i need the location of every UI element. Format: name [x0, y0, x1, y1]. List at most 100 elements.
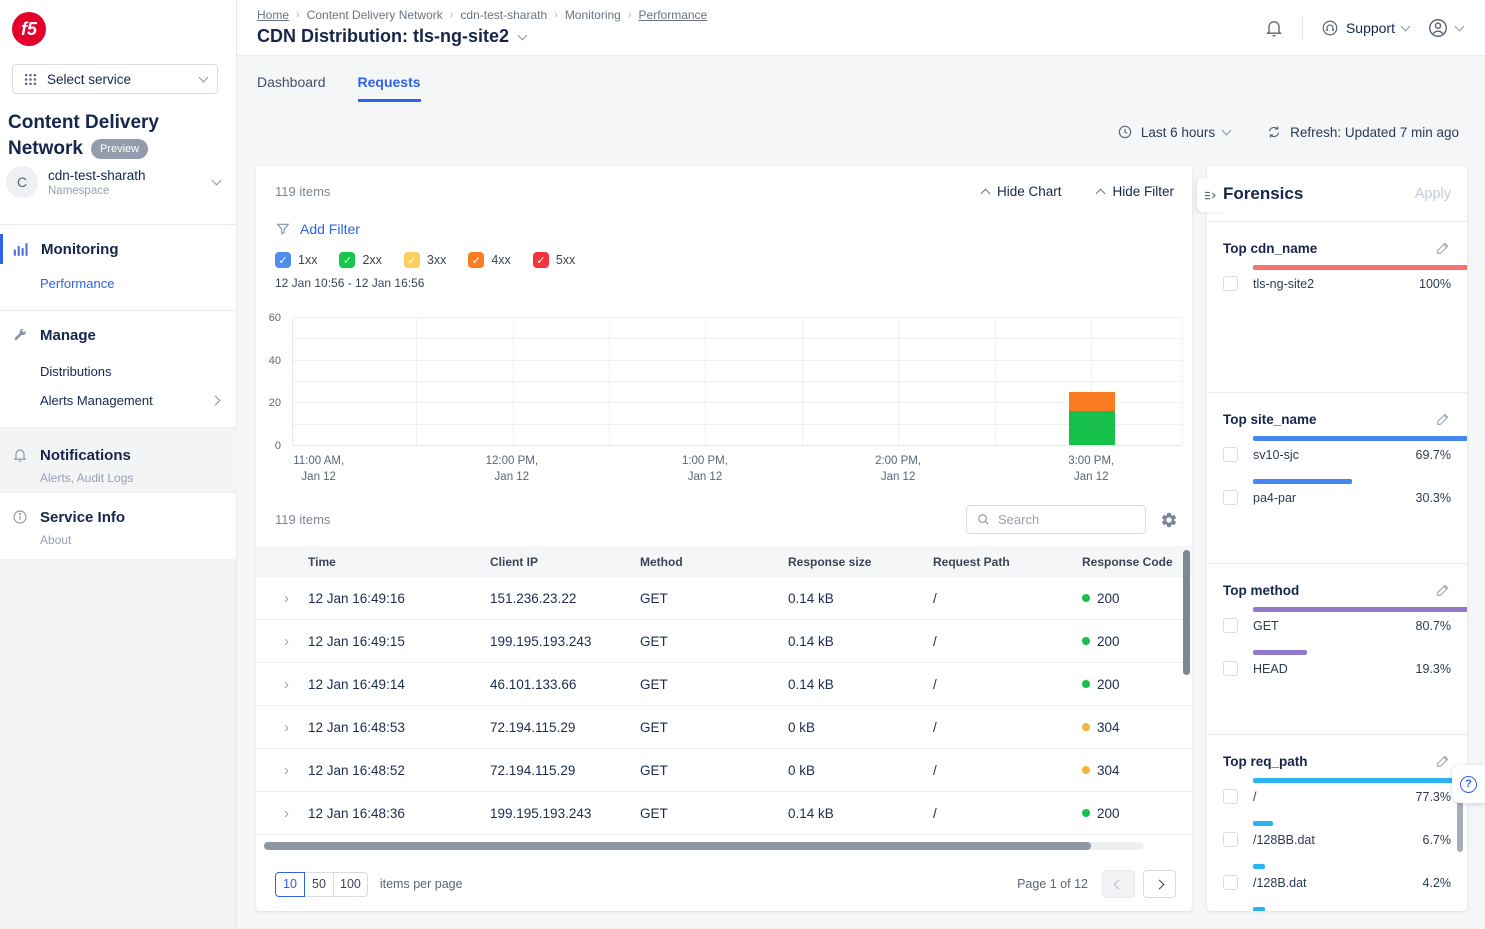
- status-filter-4xx[interactable]: ✓4xx: [468, 252, 510, 268]
- hide-chart-button[interactable]: Hide Chart: [982, 184, 1062, 199]
- status-filter-5xx[interactable]: ✓5xx: [533, 252, 575, 268]
- refresh-button[interactable]: Refresh: Updated 7 min ago: [1266, 124, 1459, 140]
- table-row[interactable]: ›12 Jan 16:49:1446.101.133.66GET0.14 kB/…: [256, 663, 1192, 706]
- breadcrumb-item[interactable]: Home: [257, 8, 289, 22]
- hide-filter-button[interactable]: Hide Filter: [1097, 184, 1174, 199]
- search-icon: [976, 512, 991, 527]
- forensics-item-checkbox[interactable]: [1223, 618, 1238, 633]
- status-filter-2xx[interactable]: ✓2xx: [339, 252, 381, 268]
- breadcrumb-item[interactable]: Performance: [639, 8, 708, 22]
- breadcrumb-item[interactable]: Monitoring: [565, 8, 621, 22]
- tab-dashboard[interactable]: Dashboard: [257, 74, 326, 102]
- sidebar-footer-area: [0, 559, 236, 929]
- scrollbar-thumb[interactable]: [264, 842, 1091, 850]
- forensics-item-checkbox[interactable]: [1223, 276, 1238, 291]
- account-menu[interactable]: [1427, 17, 1463, 39]
- page-size-button-50[interactable]: 50: [304, 872, 334, 897]
- next-page-button[interactable]: [1143, 870, 1176, 898]
- forensics-item-label: /128BB.dat: [1253, 833, 1315, 847]
- chart-gridline-h: [293, 424, 1182, 425]
- forensics-collapse-button[interactable]: [1197, 178, 1224, 212]
- column-header: Request Path: [933, 555, 1082, 569]
- row-expander-icon[interactable]: ›: [256, 590, 308, 607]
- forensics-item-percent: 100%: [1419, 277, 1451, 291]
- chart-x-tick: 3:00 PM,Jan 12: [1068, 454, 1114, 485]
- grid-icon: [23, 72, 38, 87]
- checkbox-checked-icon: ✓: [339, 252, 355, 268]
- sidebar-item-notifications[interactable]: Notifications: [0, 442, 237, 468]
- row-expander-icon[interactable]: ›: [256, 719, 308, 736]
- row-expander-icon[interactable]: ›: [256, 762, 308, 779]
- table-settings-button[interactable]: [1160, 511, 1178, 529]
- table-body: ›12 Jan 16:49:16151.236.23.22GET0.14 kB/…: [256, 577, 1192, 835]
- table-row[interactable]: ›12 Jan 16:48:5372.194.115.29GET0 kB/304: [256, 706, 1192, 749]
- table-row[interactable]: ›12 Jan 16:49:15199.195.193.243GET0.14 k…: [256, 620, 1192, 663]
- breadcrumb-item[interactable]: cdn-test-sharath: [460, 8, 547, 22]
- info-icon: [12, 509, 28, 525]
- table-vertical-scrollbar[interactable]: [1183, 550, 1190, 675]
- checkbox-checked-icon: ✓: [468, 252, 484, 268]
- table-header-row: TimeClient IPMethodResponse sizeRequest …: [256, 546, 1192, 577]
- cell-response_size: 0.14 kB: [788, 806, 933, 821]
- response-code-value: 304: [1097, 720, 1120, 735]
- add-filter-button[interactable]: Add Filter: [275, 221, 360, 237]
- support-headset-icon: [1321, 19, 1339, 37]
- row-expander-icon[interactable]: ›: [256, 805, 308, 822]
- chart-x-axis: 11:00 AM,Jan 1212:00 PM,Jan 121:00 PM,Ja…: [292, 454, 1182, 486]
- chart-bar-segment-4xx: [1069, 392, 1115, 411]
- help-button[interactable]: ?: [1452, 765, 1485, 803]
- sidebar-item-performance[interactable]: Performance: [40, 276, 237, 291]
- bell-icon: [12, 447, 28, 463]
- response-code-value: 200: [1097, 634, 1120, 649]
- page-title-dropdown[interactable]: CDN Distribution: tls-ng-site2: [257, 26, 526, 47]
- sidebar-item-manage[interactable]: Manage: [0, 322, 237, 348]
- forensics-item-label: /: [1253, 790, 1256, 804]
- forensics-item-bar: [1253, 864, 1265, 869]
- tab-requests[interactable]: Requests: [358, 74, 421, 102]
- status-filter-3xx[interactable]: ✓3xx: [404, 252, 446, 268]
- forensics-item-checkbox[interactable]: [1223, 661, 1238, 676]
- sidebar-item-service-info[interactable]: Service Info: [0, 504, 237, 530]
- sidebar-item-alerts-management[interactable]: Alerts Management: [40, 393, 237, 408]
- forensics-item-checkbox[interactable]: [1223, 789, 1238, 804]
- apply-button[interactable]: Apply: [1415, 186, 1451, 202]
- page-size-button-10[interactable]: 10: [275, 872, 305, 897]
- table-row[interactable]: ›12 Jan 16:49:16151.236.23.22GET0.14 kB/…: [256, 577, 1192, 620]
- search-box: [966, 505, 1146, 534]
- f5-logo[interactable]: f5: [12, 12, 46, 46]
- page-size-button-100[interactable]: 100: [333, 872, 368, 897]
- notifications-bell-button[interactable]: [1264, 18, 1284, 38]
- edit-section-button[interactable]: [1435, 582, 1451, 598]
- edit-section-button[interactable]: [1435, 753, 1451, 769]
- previous-page-button[interactable]: [1102, 870, 1135, 898]
- edit-section-button[interactable]: [1435, 411, 1451, 427]
- forensics-section: Top methodGET80.7%HEAD19.3%: [1207, 564, 1467, 735]
- forensics-item-checkbox[interactable]: [1223, 490, 1238, 505]
- chart-x-tick: 12:00 PM,Jan 12: [486, 454, 538, 485]
- collapse-panel-icon: [1203, 188, 1218, 203]
- table-horizontal-scrollbar[interactable]: [264, 842, 1144, 850]
- forensics-item-label: HEAD: [1253, 662, 1288, 676]
- forensics-item-checkbox[interactable]: [1223, 875, 1238, 890]
- search-input[interactable]: [998, 512, 1136, 527]
- time-range-selector[interactable]: Last 6 hours: [1117, 124, 1230, 140]
- pagination-bar: 1050100 items per page Page 1 of 12: [275, 870, 1176, 898]
- row-expander-icon[interactable]: ›: [256, 676, 308, 693]
- namespace-selector[interactable]: C cdn-test-sharath Namespace: [6, 166, 230, 198]
- table-row[interactable]: ›12 Jan 16:48:5272.194.115.29GET0 kB/304: [256, 749, 1192, 792]
- breadcrumb-item[interactable]: Content Delivery Network: [307, 8, 443, 22]
- chart-bar-segment-2xx: [1069, 411, 1115, 445]
- forensics-item-checkbox[interactable]: [1223, 447, 1238, 462]
- forensics-section: Top cdn_nametls-ng-site2100%: [1207, 222, 1467, 393]
- support-menu[interactable]: Support: [1321, 19, 1409, 37]
- sidebar-item-monitoring[interactable]: Monitoring: [0, 236, 237, 262]
- select-service-label: Select service: [47, 72, 131, 87]
- sidebar-item-distributions[interactable]: Distributions: [40, 364, 237, 379]
- select-service-dropdown[interactable]: Select service: [12, 64, 218, 94]
- edit-pencil-icon: [1435, 753, 1451, 769]
- forensics-item-checkbox[interactable]: [1223, 832, 1238, 847]
- edit-section-button[interactable]: [1435, 240, 1451, 256]
- status-filter-1xx[interactable]: ✓1xx: [275, 252, 317, 268]
- table-row[interactable]: ›12 Jan 16:48:36199.195.193.243GET0.14 k…: [256, 792, 1192, 835]
- row-expander-icon[interactable]: ›: [256, 633, 308, 650]
